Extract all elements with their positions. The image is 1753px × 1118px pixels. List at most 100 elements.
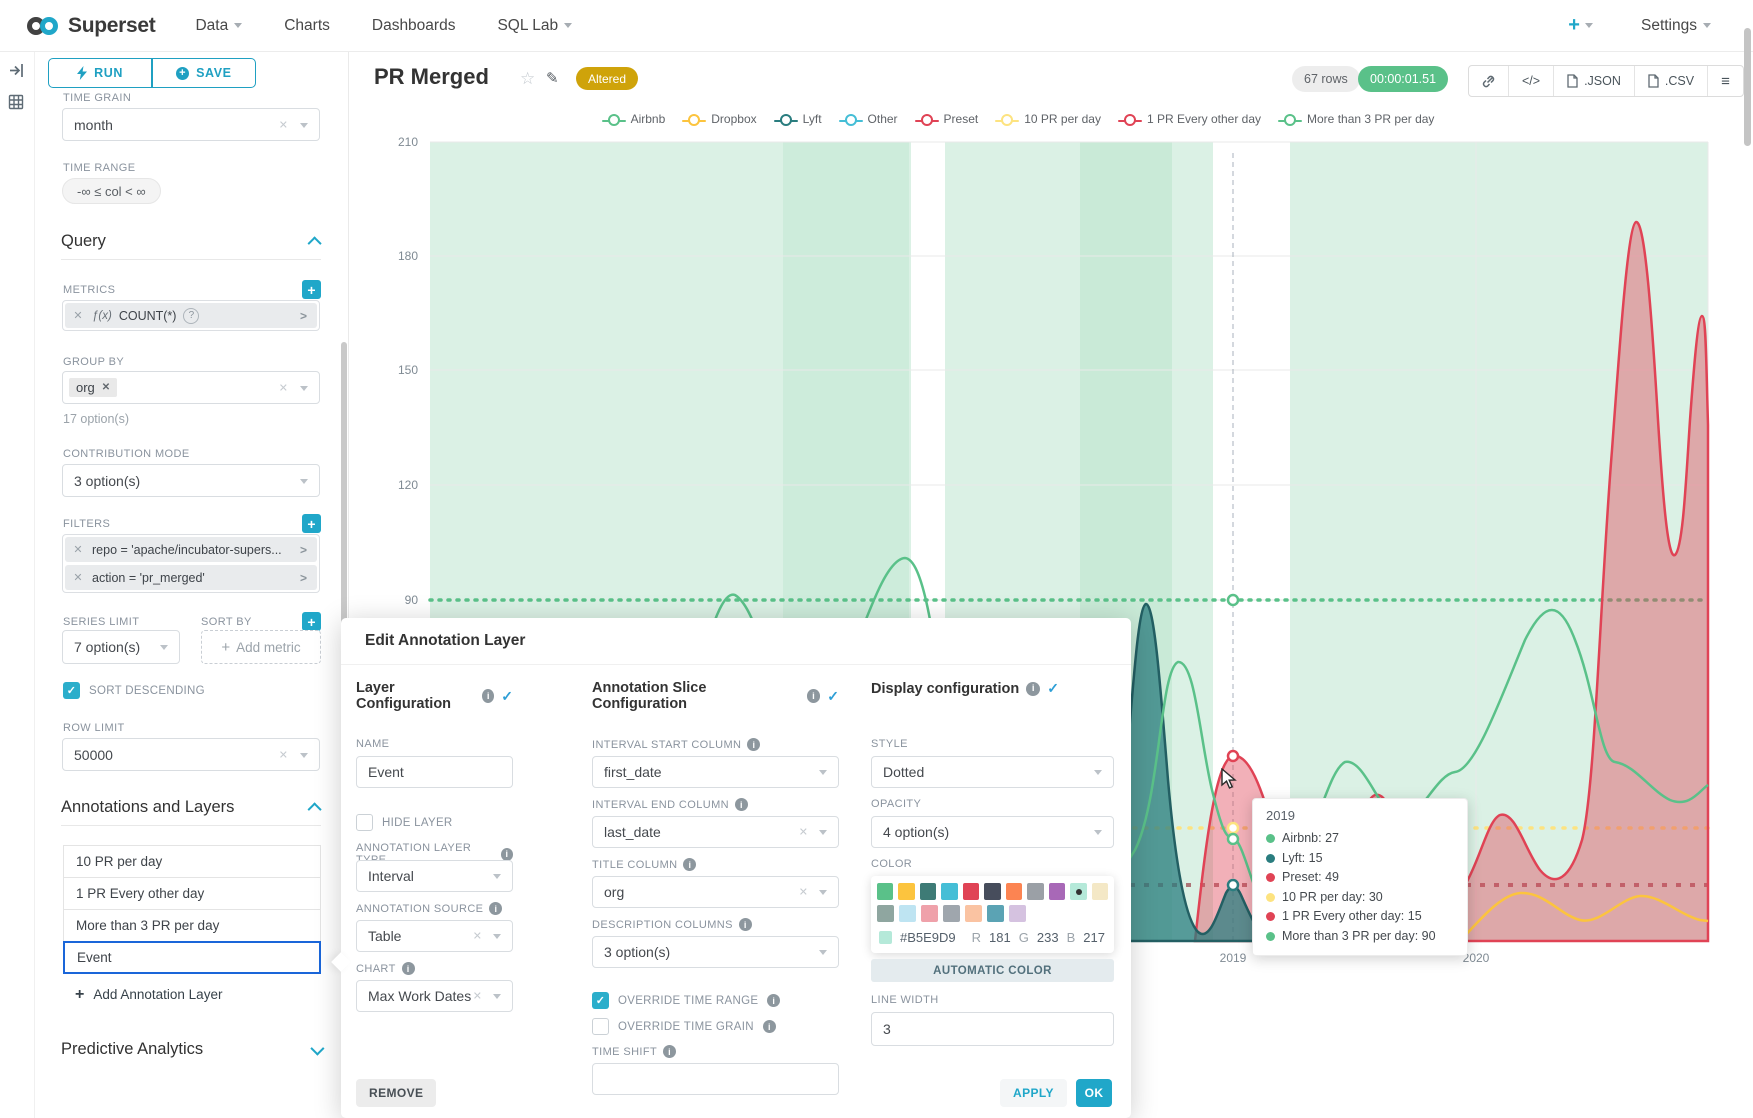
group-by-select[interactable]: org✕ ✕ [62, 371, 320, 404]
opacity-select[interactable]: 4 option(s) [871, 816, 1114, 848]
clear-icon[interactable]: ✕ [799, 826, 808, 839]
nav-menu-sqllab[interactable]: SQL Lab [497, 17, 572, 35]
annotation-layer-item-selected[interactable]: Event [63, 941, 321, 974]
chart-select[interactable]: Max Work Dates ✕ [356, 980, 513, 1012]
time-shift-input[interactable] [592, 1063, 839, 1095]
interval-end-select[interactable]: last_date ✕ [592, 816, 839, 848]
color-swatch[interactable] [898, 883, 914, 900]
name-input[interactable] [356, 756, 513, 788]
time-grain-select[interactable]: month ✕ [62, 108, 320, 141]
info-icon[interactable]: i [683, 858, 696, 871]
color-swatch[interactable] [1009, 905, 1026, 922]
remove-tag-icon[interactable]: ✕ [102, 382, 110, 393]
export-json-button[interactable]: .JSON [1554, 66, 1635, 96]
info-icon[interactable]: i [1026, 682, 1040, 696]
color-swatch[interactable] [963, 883, 979, 900]
more-options-button[interactable]: ≡ [1708, 66, 1743, 96]
save-button[interactable]: + SAVE [153, 59, 255, 87]
sort-descending-checkbox[interactable]: ✓ [63, 682, 80, 699]
annotation-source-select[interactable]: Table ✕ [356, 920, 513, 952]
page-scrollbar[interactable] [1744, 28, 1751, 146]
export-csv-button[interactable]: .CSV [1635, 66, 1708, 96]
automatic-color-button[interactable]: AUTOMATIC COLOR [871, 959, 1114, 982]
add-new-button[interactable]: + [1568, 14, 1593, 37]
color-swatch[interactable] [1027, 883, 1043, 900]
color-swatch[interactable] [920, 883, 936, 900]
expand-metric-icon[interactable]: > [296, 309, 311, 323]
color-swatch-selected[interactable] [1070, 883, 1086, 900]
metric-pill[interactable]: ✕ ƒ(x) COUNT(*) ? > [65, 303, 317, 328]
expand-filter-icon[interactable]: > [296, 543, 311, 557]
filter-pill[interactable]: ✕ repo = 'apache/incubator-supers... > [65, 537, 317, 562]
copy-link-button[interactable] [1469, 66, 1509, 96]
info-icon[interactable]: i [663, 1045, 676, 1058]
apply-button[interactable]: APPLY [1000, 1079, 1067, 1107]
sort-by-add-metric[interactable]: +Add metric [201, 630, 321, 664]
edit-title-icon[interactable]: ✎ [546, 69, 559, 87]
query-section-header[interactable]: Query [61, 232, 321, 251]
color-swatch[interactable] [984, 883, 1000, 900]
annotation-layer-type-select[interactable]: Interval [356, 860, 513, 892]
remove-filter-icon[interactable]: ✕ [71, 571, 85, 584]
interval-start-select[interactable]: first_date [592, 756, 839, 788]
remove-metric-icon[interactable]: ✕ [71, 309, 85, 322]
expand-filter-icon[interactable]: > [296, 571, 311, 585]
info-icon[interactable]: i [763, 1020, 776, 1033]
time-range-pill[interactable]: -∞ ≤ col < ∞ [62, 178, 161, 204]
favorite-star-icon[interactable]: ☆ [520, 69, 535, 89]
info-icon[interactable]: i [739, 918, 752, 931]
add-annotation-layer-button[interactable]: + Add Annotation Layer [63, 978, 321, 1011]
nav-menu-data[interactable]: Data [195, 17, 242, 35]
color-swatch[interactable] [1006, 883, 1022, 900]
info-icon[interactable]: i [489, 902, 502, 915]
clear-icon[interactable]: ✕ [279, 118, 288, 131]
info-icon[interactable]: i [747, 738, 760, 751]
clear-icon[interactable]: ✕ [279, 748, 288, 761]
style-select[interactable]: Dotted [871, 756, 1114, 788]
info-icon[interactable]: i [402, 962, 415, 975]
color-swatch[interactable] [877, 883, 893, 900]
contribution-mode-select[interactable]: 3 option(s) [62, 464, 320, 497]
remove-filter-icon[interactable]: ✕ [71, 543, 85, 556]
line-width-input[interactable] [871, 1012, 1114, 1046]
series-limit-select[interactable]: 7 option(s) [62, 630, 180, 664]
add-sort-metric-plus-button[interactable]: + [302, 612, 321, 631]
add-filter-plus-button[interactable]: + [302, 514, 321, 533]
annotations-section-header[interactable]: Annotations and Layers [61, 798, 321, 817]
color-swatch[interactable] [965, 905, 982, 922]
remove-button[interactable]: REMOVE [356, 1079, 436, 1107]
dataset-grid-icon[interactable] [8, 94, 24, 115]
override-time-grain-checkbox[interactable] [592, 1018, 609, 1035]
info-icon[interactable]: i [767, 994, 780, 1007]
override-time-range-checkbox[interactable]: ✓ [592, 992, 609, 1009]
nav-menu-charts[interactable]: Charts [284, 17, 330, 35]
title-column-select[interactable]: org ✕ [592, 876, 839, 908]
description-columns-select[interactable]: 3 option(s) [592, 936, 839, 968]
predictive-analytics-section-header[interactable]: Predictive Analytics [61, 1040, 321, 1059]
annotation-layer-item[interactable]: More than 3 PR per day [63, 909, 321, 942]
clear-icon[interactable]: ✕ [279, 381, 288, 394]
clear-icon[interactable]: ✕ [473, 930, 482, 943]
color-swatch[interactable] [921, 905, 938, 922]
color-swatch[interactable] [987, 905, 1004, 922]
info-icon[interactable]: i [735, 798, 748, 811]
color-swatch[interactable] [941, 883, 957, 900]
color-swatch[interactable] [899, 905, 916, 922]
color-swatch[interactable] [943, 905, 960, 922]
color-swatch[interactable] [1049, 883, 1065, 900]
info-icon[interactable]: i [807, 689, 821, 703]
annotation-layer-item[interactable]: 10 PR per day [63, 845, 321, 878]
row-limit-select[interactable]: 50000 ✕ [62, 738, 320, 771]
color-swatch[interactable] [877, 905, 894, 922]
info-icon[interactable]: i [501, 848, 513, 861]
clear-icon[interactable]: ✕ [473, 990, 482, 1003]
embed-code-button[interactable]: </> [1509, 66, 1554, 96]
sidebar-scrollbar[interactable] [341, 342, 347, 626]
superset-logo[interactable]: Superset [26, 14, 155, 38]
add-metric-plus-button[interactable]: + [302, 280, 321, 299]
color-swatch[interactable] [1092, 883, 1108, 900]
expand-panel-icon[interactable] [8, 62, 25, 84]
nav-menu-dashboards[interactable]: Dashboards [372, 17, 456, 35]
info-icon[interactable]: i [482, 689, 494, 703]
ok-button[interactable]: OK [1076, 1079, 1112, 1107]
